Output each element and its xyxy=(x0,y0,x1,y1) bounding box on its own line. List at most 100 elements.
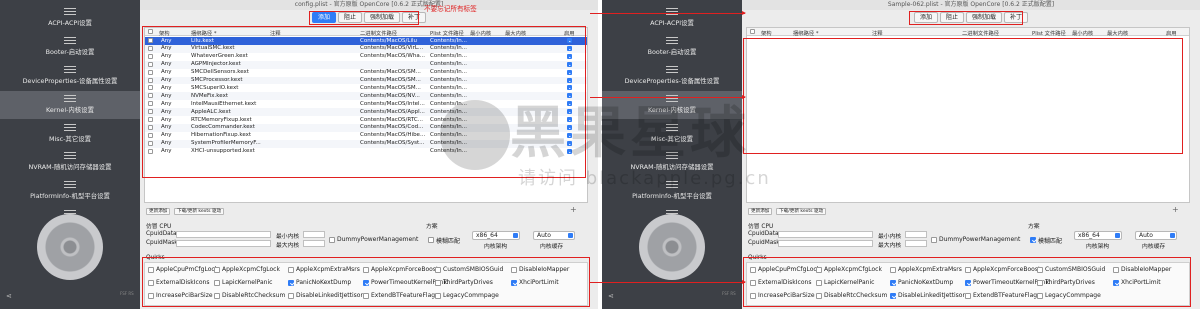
checkbox[interactable] xyxy=(931,237,937,243)
sidebar-item-label: Misc-其它设置 xyxy=(48,135,91,143)
table-header: 架构 捆绑路径 * 注释 二进制文件路径 Plist 文件路径 最小内核 最大内核 启用 xyxy=(747,28,1189,37)
kernel-cache-select[interactable]: Auto xyxy=(1135,231,1177,240)
checkbox-label: 模糊匹配 xyxy=(436,238,461,245)
sidebar: ACPI-ACPI设置 Booter-启动设置 DeviceProperties-设… xyxy=(602,0,742,309)
sidebar-item-label: Kernel-内核设置 xyxy=(648,106,696,114)
min-kernel-field[interactable] xyxy=(905,231,927,238)
column-header[interactable]: 启用 xyxy=(1166,29,1177,37)
download-kexts-button[interactable]: 下载/更新 kexts 驱动 xyxy=(776,208,827,215)
column-header[interactable]: 注释 xyxy=(872,29,883,37)
cpuid-data-label: CpuidData xyxy=(146,231,177,237)
cpu-section-title: 仿冒 CPU xyxy=(748,224,774,230)
annotation-arrow xyxy=(590,95,746,99)
kernel-cache-select[interactable]: Auto xyxy=(533,231,575,240)
max-kernel-field[interactable] xyxy=(303,240,325,247)
cpuid-data-label: CpuidData xyxy=(748,231,779,237)
column-header[interactable]: Plist 文件路径 xyxy=(1032,29,1066,37)
sidebar-item-deviceproperties[interactable]: DeviceProperties-设备属性设置 xyxy=(0,62,140,90)
annotation-note: 不要忘记所有标签 xyxy=(424,5,477,13)
max-kernel-label: 最大内核 xyxy=(276,243,300,249)
sidebar-item-label: Booter-启动设置 xyxy=(647,48,697,56)
sidebar-item-platforminfo[interactable]: PlatformInfo-机型平台设置 xyxy=(602,177,742,205)
column-header[interactable]: 捆绑路径 * xyxy=(793,29,819,37)
share-icon[interactable]: ⋖ xyxy=(6,292,14,300)
update-add-button[interactable]: 更新添加 xyxy=(146,208,171,215)
left-window: ACPI-ACPI设置 Booter-启动设置 DeviceProperties-设… xyxy=(0,0,598,309)
share-icon[interactable]: ⋖ xyxy=(608,292,616,300)
list-icon xyxy=(64,37,76,44)
cpuid-mask-label: CpuidMask xyxy=(748,240,780,246)
sidebar-item-misc[interactable]: Misc-其它设置 xyxy=(0,120,140,148)
sidebar: ACPI-ACPI设置 Booter-启动设置 DeviceProperties-设… xyxy=(0,0,140,309)
add-remove-icon[interactable]: + xyxy=(1172,205,1179,214)
tabs-highlight xyxy=(909,11,1023,25)
update-add-button[interactable]: 更新添加 xyxy=(748,208,773,215)
list-icon xyxy=(64,124,76,131)
column-header[interactable]: 最小内核 xyxy=(1072,29,1093,37)
kernel-arch-select[interactable]: x86_64 xyxy=(472,231,520,240)
kernel-arch-label: 内核架构 xyxy=(1086,244,1110,250)
sidebar-item-platforminfo[interactable]: PlatformInfo-机型平台设置 xyxy=(0,177,140,205)
sidebar-item-label: ACPI-ACPI设置 xyxy=(48,19,92,27)
sidebar-item-deviceproperties[interactable]: DeviceProperties-设备属性设置 xyxy=(602,62,742,90)
list-icon xyxy=(64,152,76,159)
cpu-section-title: 仿冒 CPU xyxy=(146,224,172,230)
sidebar-item-label: Misc-其它设置 xyxy=(650,135,693,143)
sidebar-item-label: Kernel-内核设置 xyxy=(46,106,94,114)
checkbox[interactable] xyxy=(428,237,434,243)
tabs-highlight xyxy=(309,11,419,25)
annotation-arrow xyxy=(590,11,746,15)
right-window: ACPI-ACPI设置 Booter-启动设置 DeviceProperties-设… xyxy=(602,0,1200,309)
annotation-arrow xyxy=(590,280,746,284)
sidebar-item-label: DeviceProperties-设备属性设置 xyxy=(22,77,118,85)
cpuid-mask-field[interactable] xyxy=(176,240,271,247)
sidebar-item-nvram[interactable]: NVRAM-随机访问存储器设置 xyxy=(602,148,742,176)
kernel-cache-label: 内核缓存 xyxy=(1142,244,1166,250)
sidebar-item-booter[interactable]: Booter-启动设置 xyxy=(0,33,140,61)
list-icon xyxy=(64,66,76,73)
list-icon xyxy=(64,95,76,102)
scheme-title: 方案 xyxy=(426,224,438,230)
cpuid-mask-field[interactable] xyxy=(778,240,873,247)
cpuid-data-field[interactable] xyxy=(176,231,271,238)
sidebar-item-label: PlatformInfo-机型平台设置 xyxy=(30,192,110,200)
opencore-logo-disc xyxy=(37,214,103,280)
checkbox[interactable] xyxy=(329,237,335,243)
column-header[interactable]: 最大内核 xyxy=(1107,29,1128,37)
sidebar-item-label: ACPI-ACPI设置 xyxy=(650,19,694,27)
column-header[interactable]: 二进制文件路径 xyxy=(962,29,999,37)
sidebar-item-label: PlatformInfo-机型平台设置 xyxy=(632,192,712,200)
opencore-logo-disc xyxy=(639,214,705,280)
list-icon xyxy=(666,124,678,131)
quirks-highlight xyxy=(743,257,1191,307)
window-title: Sample-062.plist - 官方原版 OpenCore [0.6.2 … xyxy=(742,0,1200,10)
min-kernel-field[interactable] xyxy=(303,231,325,238)
select-all-checkbox[interactable] xyxy=(750,29,755,34)
add-remove-icon[interactable]: + xyxy=(570,205,577,214)
max-kernel-field[interactable] xyxy=(905,240,927,247)
checkbox[interactable] xyxy=(1030,237,1036,243)
download-kexts-button[interactable]: 下载/更新 kexts 驱动 xyxy=(174,208,225,215)
kernel-arch-label: 内核架构 xyxy=(484,244,508,250)
min-kernel-label: 最小内核 xyxy=(276,234,300,240)
table-highlight xyxy=(743,38,1183,154)
list-icon xyxy=(666,66,678,73)
sidebar-item-acpi[interactable]: ACPI-ACPI设置 xyxy=(602,4,742,32)
list-icon xyxy=(666,181,678,188)
column-header[interactable]: 架构 xyxy=(761,29,772,37)
list-icon xyxy=(64,181,76,188)
checkbox-label: 模糊匹配 xyxy=(1038,238,1063,245)
checkbox-label: DummyPowerManagement xyxy=(939,236,1021,243)
quirks-highlight xyxy=(142,257,590,307)
sidebar-item-misc[interactable]: Misc-其它设置 xyxy=(602,120,742,148)
sidebar-item-nvram[interactable]: NVRAM-随机访问存储器设置 xyxy=(0,148,140,176)
sidebar-item-kernel[interactable]: Kernel-内核设置 xyxy=(602,91,742,119)
max-kernel-label: 最大内核 xyxy=(878,243,902,249)
sidebar-item-label: DeviceProperties-设备属性设置 xyxy=(624,77,720,85)
checkbox-label: DummyPowerManagement xyxy=(337,236,419,243)
sidebar-item-acpi[interactable]: ACPI-ACPI设置 xyxy=(0,4,140,32)
sidebar-item-booter[interactable]: Booter-启动设置 xyxy=(602,33,742,61)
sidebar-item-kernel[interactable]: Kernel-内核设置 xyxy=(0,91,140,119)
kernel-arch-select[interactable]: x86_64 xyxy=(1074,231,1122,240)
cpuid-data-field[interactable] xyxy=(778,231,873,238)
